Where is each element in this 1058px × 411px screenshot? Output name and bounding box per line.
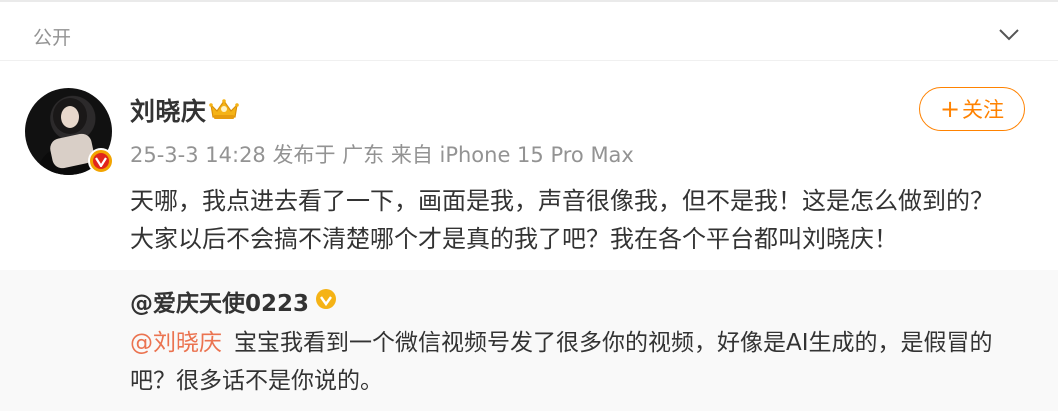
verified-v-icon — [95, 157, 107, 167]
visibility-bar[interactable]: 公开 — [0, 12, 1058, 58]
divider — [0, 60, 1058, 61]
follow-button[interactable]: + 关注 — [919, 87, 1025, 131]
visibility-label: 公开 — [33, 27, 72, 49]
repost-line: @刘晓庆 宝宝我看到一个微信视频号发了很多你的视频，好像是AI生成的，是假冒的 — [130, 324, 1030, 362]
crown-icon[interactable] — [208, 97, 240, 121]
post-text: 天哪，我点进去看了一下，画面是我，声音很像我，但不是我！这是怎么做到的？ 大家以… — [130, 182, 1030, 258]
follow-label: 关注 — [962, 98, 1005, 122]
repost-card[interactable]: @爱庆天使0223 @刘晓庆 宝宝我看到一个微信视频号发了很多你的视频，好像是AI… — [0, 270, 1058, 411]
verified-badge-icon — [88, 148, 114, 174]
post-text-line: 天哪，我点进去看了一下，画面是我，声音很像我，但不是我！这是怎么做到的？ — [130, 187, 994, 215]
author-name[interactable]: 刘晓庆 — [130, 92, 207, 128]
repost-text: @刘晓庆 宝宝我看到一个微信视频号发了很多你的视频，好像是AI生成的，是假冒的 吧… — [130, 324, 1030, 400]
post-meta: 25-3-3 14:28 发布于 广东 来自 iPhone 15 Pro Max — [130, 143, 634, 167]
repost-author[interactable]: @爱庆天使0223 — [130, 284, 309, 318]
plus-icon: + — [939, 95, 961, 123]
chevron-down-icon[interactable] — [998, 28, 1020, 42]
top-border — [0, 0, 1058, 2]
repost-line-text: 宝宝我看到一个微信视频号发了很多你的视频，好像是AI生成的，是假冒的 — [234, 330, 993, 356]
repost-line: 吧？很多话不是你说的。 — [130, 368, 383, 394]
gold-verified-icon — [316, 289, 336, 309]
mention-link[interactable]: @刘晓庆 — [130, 330, 222, 356]
post-text-line: 大家以后不会搞不清楚哪个才是真的我了吧？我在各个平台都叫刘晓庆！ — [130, 225, 898, 253]
avatar-face — [61, 106, 79, 128]
